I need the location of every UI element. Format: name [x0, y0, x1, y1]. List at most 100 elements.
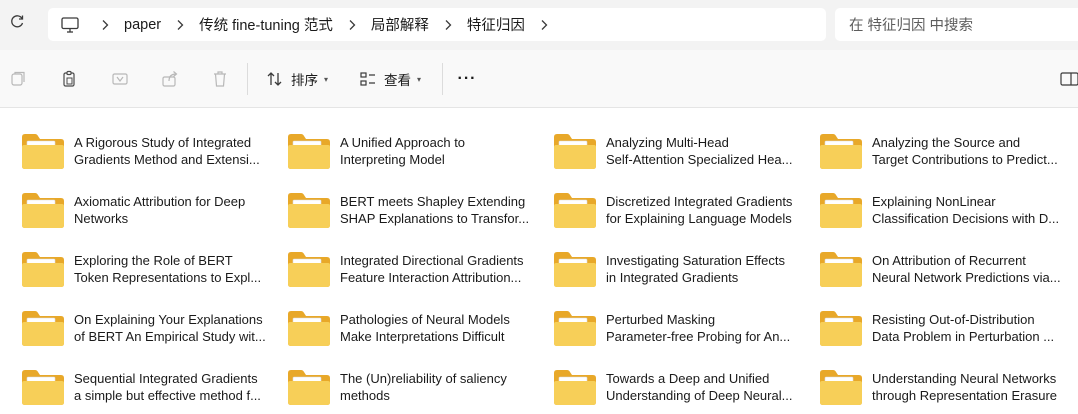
refresh-button[interactable] [4, 11, 30, 37]
folder-item[interactable]: Investigating Saturation Effects in Inte… [548, 239, 814, 298]
folder-icon [818, 249, 864, 289]
folder-name: Perturbed Masking Parameter-free Probing… [606, 311, 804, 345]
folder-item[interactable]: Analyzing Multi-Head Self-Attention Spec… [548, 121, 814, 180]
folder-icon [818, 367, 864, 407]
chevron-right-icon[interactable] [94, 19, 116, 31]
folder-item[interactable]: Understanding Neural Networks through Re… [814, 357, 1072, 414]
folder-icon [286, 308, 332, 348]
folder-name-line: Parameter-free Probing for An... [606, 328, 791, 344]
chevron-down-icon: ▾ [417, 74, 422, 84]
breadcrumb-item[interactable]: 局部解释 [365, 14, 435, 35]
folder-item[interactable]: Exploring the Role of BERT Token Represe… [16, 239, 282, 298]
folder-name-line: Neural Network Predictions via... [872, 269, 1061, 285]
folder-item[interactable]: The (Un)reliability of saliency methods [282, 357, 548, 414]
chevron-right-icon[interactable] [437, 19, 459, 31]
breadcrumb-item[interactable]: paper [118, 17, 167, 33]
delete-icon[interactable] [210, 69, 230, 89]
folder-icon [20, 249, 66, 289]
folder-name: Analyzing the Source and Target Contribu… [872, 134, 1070, 168]
view-list-icon [358, 69, 378, 89]
folder-item[interactable]: Resisting Out-of-Distribution Data Probl… [814, 298, 1072, 357]
folder-item[interactable]: A Rigorous Study of Integrated Gradients… [16, 121, 282, 180]
more-options-button[interactable]: ··· [453, 66, 481, 92]
folder-name-line: Understanding of Deep Neural... [606, 387, 793, 403]
file-list-pane: A Rigorous Study of Integrated Gradients… [0, 109, 1078, 414]
breadcrumb-item[interactable]: 特征归因 [461, 14, 531, 35]
folder-icon [20, 308, 66, 348]
search-placeholder: 在 特征归因 中搜索 [849, 18, 974, 34]
folder-name-line: methods [340, 387, 390, 403]
folder-name-line: Networks [74, 210, 129, 226]
folder-icon [286, 367, 332, 407]
folder-name-line: in Integrated Gradients [606, 269, 739, 285]
folder-icon [20, 367, 66, 407]
folder-item[interactable]: Explaining NonLinear Classification Deci… [814, 180, 1072, 239]
folder-icon [286, 190, 332, 230]
rename-icon[interactable] [110, 69, 130, 89]
folder-item[interactable]: Axiomatic Attribution for Deep Networks [16, 180, 282, 239]
breadcrumb-item[interactable]: 传统 fine-tuning 范式 [193, 14, 339, 35]
copy-icon[interactable] [59, 69, 79, 89]
folder-name: Discretized Integrated Gradients for Exp… [606, 193, 804, 227]
folder-item[interactable]: Sequential Integrated Gradients a simple… [16, 357, 282, 414]
folder-icon [552, 367, 598, 407]
folder-item[interactable]: On Explaining Your Explanations of BERT … [16, 298, 282, 357]
folder-name: Explaining NonLinear Classification Deci… [872, 193, 1070, 227]
folder-name-line: Discretized Integrated Gradients [606, 193, 793, 209]
folder-item[interactable]: Integrated Directional Gradients Feature… [282, 239, 548, 298]
chevron-down-icon: ▾ [324, 74, 329, 84]
folder-name-line: Gradients Method and Extensi... [74, 151, 260, 167]
folder-icon [286, 131, 332, 171]
folder-name: Understanding Neural Networks through Re… [872, 370, 1070, 404]
folder-icon [818, 308, 864, 348]
folder-name-line: a simple but effective method f... [74, 387, 261, 403]
folder-item[interactable]: Analyzing the Source and Target Contribu… [814, 121, 1072, 180]
folder-name: Investigating Saturation Effects in Inte… [606, 252, 804, 286]
sort-icon [265, 69, 285, 89]
folder-name-line: Resisting Out-of-Distribution [872, 311, 1035, 327]
folder-name: Exploring the Role of BERT Token Represe… [74, 252, 272, 286]
folder-item[interactable]: Perturbed Masking Parameter-free Probing… [548, 298, 814, 357]
sort-dropdown[interactable]: 排序 ▾ [265, 66, 328, 92]
folder-icon [552, 131, 598, 171]
folder-icon [818, 190, 864, 230]
folder-item[interactable]: A Unified Approach to Interpreting Model [282, 121, 548, 180]
chevron-right-icon[interactable] [169, 19, 191, 31]
folder-name: A Unified Approach to Interpreting Model [340, 134, 538, 168]
folder-name-line: Pathologies of Neural Models [340, 311, 510, 327]
share-icon[interactable] [160, 69, 180, 89]
cut-icon[interactable] [8, 69, 28, 89]
folder-name: The (Un)reliability of saliency methods [340, 370, 538, 404]
folder-name-line: Towards a Deep and Unified [606, 370, 770, 386]
folder-icon [20, 190, 66, 230]
folder-icon [552, 249, 598, 289]
chevron-right-icon[interactable] [533, 19, 555, 31]
folder-name-line: The (Un)reliability of saliency [340, 370, 507, 386]
folder-name: Resisting Out-of-Distribution Data Probl… [872, 311, 1070, 345]
folder-item[interactable]: Towards a Deep and Unified Understanding… [548, 357, 814, 414]
folder-item[interactable]: Discretized Integrated Gradients for Exp… [548, 180, 814, 239]
folder-name-line: Self-Attention Specialized Hea... [606, 151, 793, 167]
folder-name-line: A Rigorous Study of Integrated [74, 134, 252, 150]
refresh-icon [9, 14, 25, 35]
sort-label: 排序 [291, 73, 318, 88]
folder-item[interactable]: On Attribution of Recurrent Neural Netwo… [814, 239, 1072, 298]
folder-icon [552, 190, 598, 230]
details-pane-icon[interactable] [1060, 70, 1078, 88]
folder-icon [286, 249, 332, 289]
folder-name-line: Exploring the Role of BERT [74, 252, 233, 268]
view-dropdown[interactable]: 查看 ▾ [358, 66, 421, 92]
folder-name-line: Feature Interaction Attribution... [340, 269, 522, 285]
folder-name-line: On Explaining Your Explanations [74, 311, 263, 327]
folder-item[interactable]: Pathologies of Neural Models Make Interp… [282, 298, 548, 357]
search-input[interactable]: 在 特征归因 中搜索 [835, 8, 1078, 41]
view-label: 查看 [384, 73, 411, 88]
address-bar-row: paper 传统 fine-tuning 范式 局部解释 特征归因 在 特征归因… [0, 0, 1078, 50]
folder-name: On Attribution of Recurrent Neural Netwo… [872, 252, 1070, 286]
chevron-right-icon[interactable] [341, 19, 363, 31]
folder-name-line: Sequential Integrated Gradients [74, 370, 258, 386]
computer-icon[interactable] [60, 15, 80, 35]
folder-name-line: Analyzing the Source and [872, 134, 1021, 150]
address-box[interactable]: paper 传统 fine-tuning 范式 局部解释 特征归因 [48, 8, 826, 41]
folder-item[interactable]: BERT meets Shapley Extending SHAP Explan… [282, 180, 548, 239]
